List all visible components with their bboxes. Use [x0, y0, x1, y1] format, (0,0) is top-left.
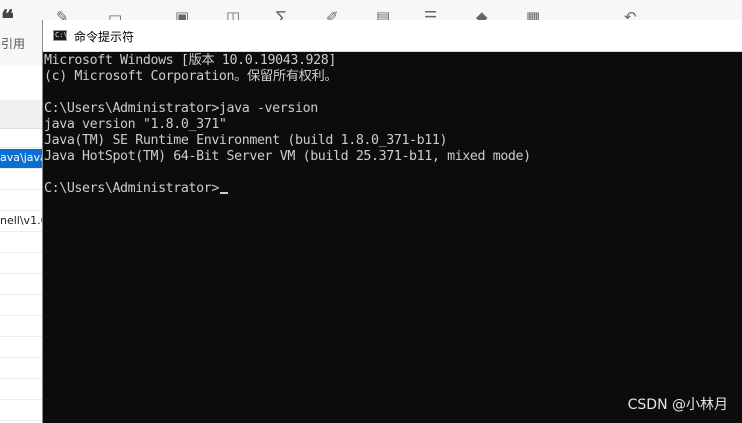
quote-label: 引用 — [1, 37, 26, 51]
sidebar-row[interactable] — [0, 191, 43, 211]
sidebar-row[interactable] — [0, 233, 43, 253]
sidebar-row[interactable]: nell\v1.0 — [0, 212, 43, 232]
sidebar-row[interactable]: ava\java — [0, 149, 43, 169]
watermark: CSDN @小林月 — [627, 397, 728, 413]
console-line: Java HotSpot(TM) 64-Bit Server VM (build… — [44, 149, 742, 165]
console-line-text: Java(TM) SE Runtime Environment (build 1… — [44, 133, 448, 148]
sidebar-row[interactable] — [0, 170, 43, 190]
console-line: java version "1.8.0_371" — [44, 117, 742, 133]
console-line-text: (c) Microsoft Corporation。保留所有权利。 — [44, 69, 338, 84]
text-cursor — [219, 192, 228, 194]
sidebar-row[interactable] — [0, 359, 43, 379]
cmd-app-icon: C:\ — [53, 30, 68, 41]
console-line-text: Microsoft Windows [版本 10.0.19043.928] — [44, 53, 336, 68]
sidebar-header — [0, 100, 43, 129]
sidebar-row[interactable] — [0, 380, 43, 400]
sidebar-row-text: nell\v1.0 — [0, 214, 43, 227]
sidebar-row[interactable] — [0, 275, 43, 295]
cmd-titlebar[interactable]: C:\ 命令提示符 — [43, 20, 742, 52]
cmd-app-icon-glyph: C:\ — [55, 31, 68, 39]
console-line-text: Java HotSpot(TM) 64-Bit Server VM (build… — [44, 149, 531, 164]
console-output[interactable]: Microsoft Windows [版本 10.0.19043.928] (c)… — [44, 53, 742, 423]
editor-sidebar: ava\java nell\v1.0 — [0, 66, 43, 423]
sidebar-row[interactable] — [0, 128, 43, 148]
console-line-text: C:\Users\Administrator> — [44, 181, 219, 196]
cmd-title: 命令提示符 — [74, 30, 135, 44]
sidebar-row[interactable] — [0, 317, 43, 337]
console-line-text: C:\Users\Administrator>java -version — [44, 101, 318, 116]
cmd-window[interactable]: C:\ 命令提示符 Microsoft Windows [版本 10.0.190… — [42, 20, 742, 423]
sidebar-row[interactable] — [0, 338, 43, 358]
sidebar-row[interactable] — [0, 254, 43, 274]
console-line: Java(TM) SE Runtime Environment (build 1… — [44, 133, 742, 149]
console-line: C:\Users\Administrator>java -version — [44, 101, 742, 117]
console-line: Microsoft Windows [版本 10.0.19043.928] — [44, 53, 742, 69]
console-line: C:\Users\Administrator> — [44, 181, 742, 197]
sidebar-row[interactable] — [0, 296, 43, 316]
sidebar-row[interactable] — [0, 401, 43, 421]
console-line: (c) Microsoft Corporation。保留所有权利。 — [44, 69, 742, 85]
sidebar-row-text: ava\java — [0, 151, 43, 164]
quote-icon[interactable]: ❝ — [1, 7, 14, 31]
console-line-text: java version "1.8.0_371" — [44, 117, 227, 132]
